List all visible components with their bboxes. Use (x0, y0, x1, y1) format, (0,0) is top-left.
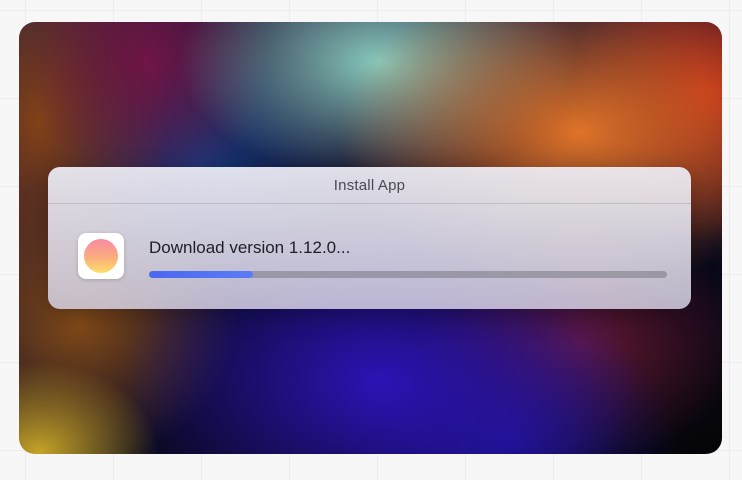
app-logo-icon (78, 233, 124, 279)
app-logo-circle (84, 239, 118, 273)
download-progress-bar (149, 271, 667, 278)
install-dialog: Install App Download version 1.12.0... (48, 167, 691, 309)
download-progress-fill (149, 271, 253, 278)
dialog-header: Install App (48, 167, 691, 204)
dialog-title: Install App (333, 176, 406, 194)
download-status-text: Download version 1.12.0... (149, 238, 351, 257)
